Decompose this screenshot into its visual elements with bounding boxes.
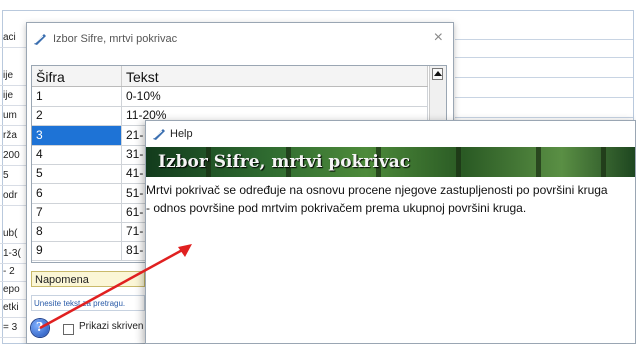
feather-icon [153, 129, 165, 140]
help-button[interactable]: ? [31, 319, 49, 337]
background-row-label: 5 [0, 166, 26, 186]
cell-sifra: 5 [32, 164, 122, 184]
cell-sifra: 7 [32, 202, 122, 222]
background-row-label: rža [0, 126, 26, 146]
background-row-label: 200 [0, 146, 26, 166]
background-row-label: odr [0, 186, 26, 206]
scroll-up-icon[interactable] [432, 68, 443, 80]
cell-sifra: 2 [32, 106, 122, 126]
background-grid-line [455, 117, 633, 118]
show-hidden-label: Prikazi skriven [79, 321, 144, 332]
background-row-label: epo [0, 280, 26, 300]
column-header-sifra[interactable]: Šifra [32, 66, 122, 86]
background-grid-line [455, 97, 633, 98]
help-banner: Izbor Sifre, mrtvi pokrivac [146, 147, 635, 177]
background-row-label: - 2 [0, 262, 26, 282]
column-header-tekst[interactable]: Tekst [122, 66, 428, 86]
cell-sifra: 9 [32, 241, 122, 261]
question-icon: ? [36, 320, 44, 334]
background-row-label: etki [0, 298, 26, 318]
cell-sifra: 3 [32, 125, 122, 145]
help-body-line: Mrtvi pokrivač se određuje na osnovu pro… [146, 183, 608, 197]
background-grid-line [455, 77, 633, 78]
background-row-label: ije [0, 86, 26, 106]
background-row-label: 1-3( [0, 244, 26, 264]
napomena-field[interactable]: Napomena [31, 271, 145, 287]
table-header: Šifra Tekst [32, 66, 428, 87]
show-hidden-checkbox[interactable] [63, 324, 74, 335]
help-body-text: Mrtvi pokrivač se određuje na osnovu pro… [146, 181, 634, 217]
background-row-label: um [0, 106, 26, 126]
cell-sifra: 4 [32, 144, 122, 164]
background-grid-line [455, 57, 633, 58]
help-window: Help Izbor Sifre, mrtvi pokrivac Mrtvi p… [145, 120, 636, 344]
close-icon[interactable]: × [434, 29, 443, 47]
dialog-titlebar[interactable]: Izbor Sifre, mrtvi pokrivac × [27, 23, 453, 55]
background-row-label: aci [0, 28, 26, 48]
search-input[interactable]: Unesite tekst za pretragu. [31, 295, 145, 311]
feather-icon [34, 34, 46, 45]
help-banner-title: Izbor Sifre, mrtvi pokrivac [158, 152, 411, 172]
cell-sifra: 1 [32, 87, 122, 106]
help-titlebar[interactable]: Help [146, 121, 635, 147]
help-body-line: - odnos površine pod mrtvim pokrivačem p… [146, 201, 527, 215]
background-row-label: ub( [0, 224, 26, 244]
background-row-label: ije [0, 66, 26, 86]
cell-sifra: 6 [32, 183, 122, 203]
background-grid-line [455, 39, 633, 40]
table-row[interactable]: 1 0-10% [32, 87, 428, 107]
help-window-title: Help [170, 128, 193, 140]
background-row-label: = 3 [0, 318, 26, 338]
dialog-title: Izbor Sifre, mrtvi pokrivac [53, 33, 178, 45]
cell-tekst: 0-10% [122, 87, 428, 106]
cell-sifra: 8 [32, 222, 122, 242]
